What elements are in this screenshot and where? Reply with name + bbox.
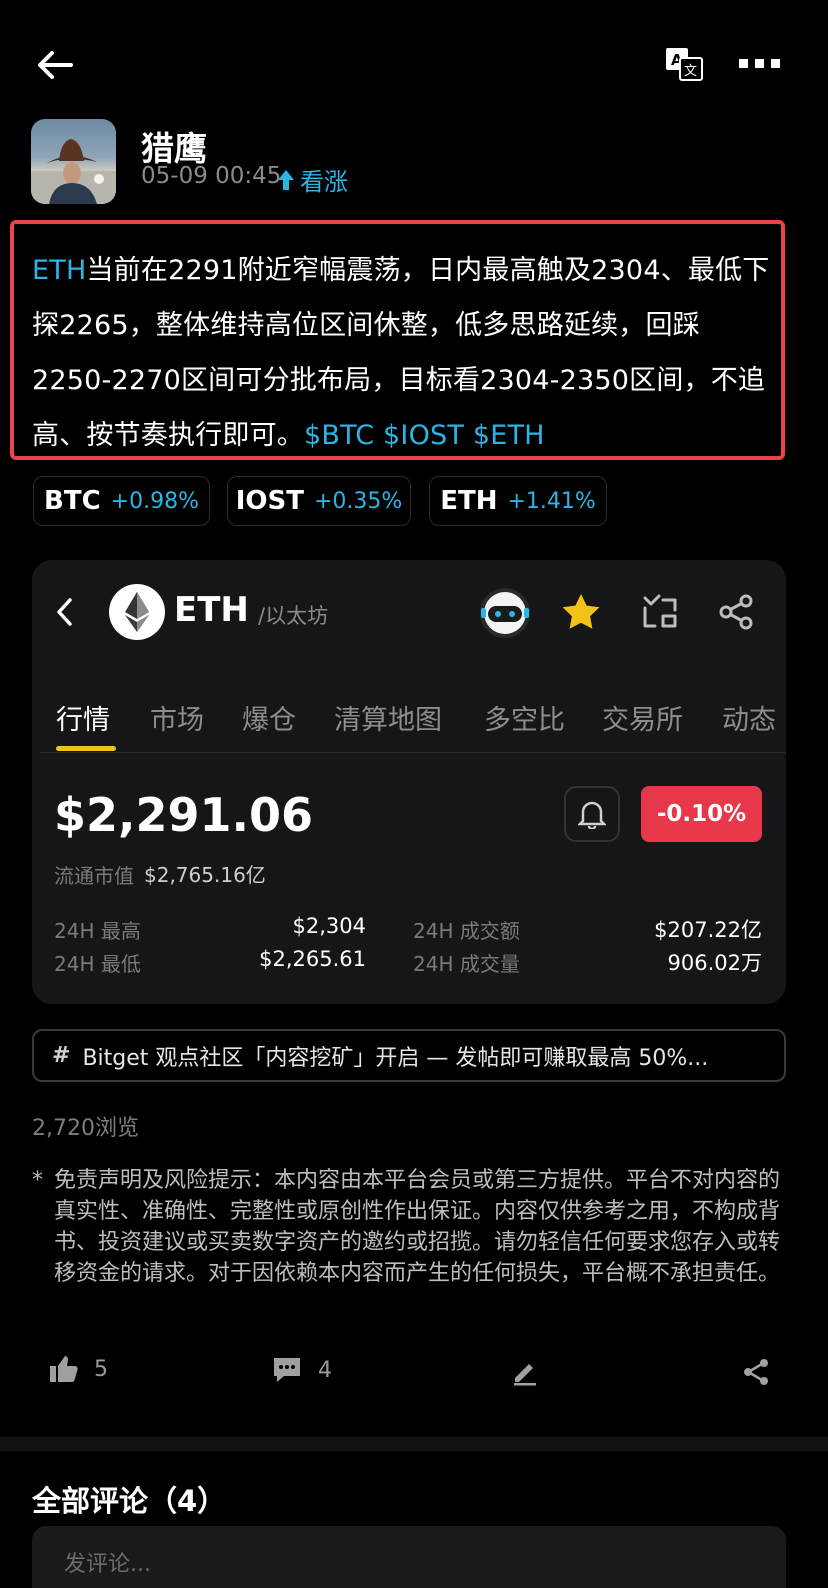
- ticker-chip-iost[interactable]: IOST +0.35%: [227, 476, 411, 526]
- low-24h-label: 24H 最低: [54, 952, 141, 976]
- ticker-change: +0.35%: [313, 488, 403, 514]
- star-favorite-icon[interactable]: [558, 590, 604, 634]
- tab-news[interactable]: 动态: [722, 698, 776, 737]
- coin-market-card[interactable]: ETH /以太坊 行情 市场 爆仓 清算地图 多空比 交易所 动态 $2,291…: [32, 560, 786, 1004]
- active-tab-indicator: [56, 746, 116, 751]
- ticker-symbol: IOST: [235, 486, 304, 516]
- disclaimer-text: 免责声明及风险提示：本内容由本平台会员或第三方提供。平台不对内容的真实性、准确性…: [54, 1168, 781, 1286]
- post-content: ETH当前在2291附近窄幅震荡，日内最高触及2304、最低下探2265，整体维…: [32, 243, 777, 463]
- tab-liquidations[interactable]: 爆仓: [242, 698, 296, 737]
- comments-title: 全部评论（4）: [32, 1484, 227, 1518]
- community-campaign-banner[interactable]: # Bitget 观点社区「内容挖矿」开启 — 发帖即可赚取最高 50%...: [32, 1029, 786, 1082]
- market-cap-value: $2,765.16亿: [144, 863, 266, 887]
- bot-assistant-icon[interactable]: [476, 584, 534, 642]
- tab-long-short[interactable]: 多空比: [484, 698, 565, 737]
- ticker-change: +1.41%: [507, 488, 596, 514]
- tab-liquidation-map[interactable]: 清算地图: [334, 698, 442, 737]
- tabs-divider: [40, 752, 786, 753]
- share-icon[interactable]: [716, 592, 756, 632]
- more-dots-icon[interactable]: [736, 48, 784, 78]
- coin-price: $2,291.06: [54, 788, 313, 842]
- coin-name: /以太坊: [258, 604, 329, 628]
- back-arrow-icon[interactable]: [30, 40, 80, 90]
- tab-exchanges[interactable]: 交易所: [602, 698, 683, 737]
- author-avatar[interactable]: [31, 119, 116, 204]
- translate-icon[interactable]: A 文: [662, 44, 706, 84]
- hashtag-icon: #: [52, 1043, 71, 1068]
- comment-input[interactable]: 发评论...: [32, 1526, 786, 1588]
- price-change-badge: -0.10%: [641, 786, 762, 842]
- arrow-up-icon: [278, 169, 294, 190]
- eth-logo-icon: [109, 584, 165, 640]
- sentiment-label: 看涨: [300, 168, 348, 196]
- tab-quotes[interactable]: 行情: [56, 698, 110, 737]
- share-post-icon[interactable]: [740, 1356, 772, 1388]
- view-count: 2,720浏览: [32, 1116, 139, 1141]
- coin-symbol: ETH: [174, 590, 249, 630]
- edit-pen-icon[interactable]: [508, 1356, 542, 1388]
- banner-text: Bitget 观点社区「内容挖矿」开启 — 发帖即可赚取最高 50%...: [82, 1045, 709, 1071]
- cashtags-link[interactable]: $BTC $IOST $ETH: [304, 420, 545, 451]
- ticker-symbol: BTC: [44, 486, 101, 516]
- like-button[interactable]: 5: [48, 1354, 108, 1384]
- section-divider: [0, 1437, 828, 1451]
- tab-market[interactable]: 市场: [150, 698, 204, 737]
- turnover-24h-value: $207.22亿: [654, 918, 762, 942]
- ticker-change: +0.98%: [110, 488, 199, 514]
- high-24h-label: 24H 最高: [54, 919, 141, 943]
- price-alert-bell-icon[interactable]: [564, 786, 620, 842]
- post-time: 05-09 00:45: [141, 163, 282, 189]
- chevron-left-icon[interactable]: [46, 590, 82, 634]
- eth-tag-link[interactable]: ETH: [32, 255, 86, 286]
- thumbs-up-icon: [50, 1356, 78, 1382]
- market-cap-label: 流通市值: [54, 864, 134, 888]
- sentiment-badge: 看涨: [276, 162, 348, 197]
- risk-disclaimer: * 免责声明及风险提示：本内容由本平台会员或第三方提供。平台不对内容的真实性、准…: [32, 1165, 792, 1289]
- svg-text:文: 文: [684, 64, 697, 79]
- comment-button[interactable]: 4: [272, 1356, 332, 1384]
- volume-24h-value: 906.02万: [667, 951, 762, 975]
- post-detail-page: A 文 猎鹰 05-09 00:45 看涨 ETH当前在2291附近窄幅震荡，日…: [0, 0, 828, 1588]
- volume-24h-label: 24H 成交量: [413, 952, 520, 976]
- comment-count: 4: [318, 1357, 332, 1383]
- like-count: 5: [94, 1356, 108, 1382]
- ticker-symbol: ETH: [440, 486, 498, 516]
- comment-bubble-icon: [274, 1358, 300, 1382]
- compare-swap-icon[interactable]: [638, 592, 682, 632]
- high-24h-value: $2,304: [292, 914, 366, 938]
- turnover-24h-label: 24H 成交额: [413, 919, 520, 943]
- ticker-chip-eth[interactable]: ETH +1.41%: [429, 476, 607, 526]
- ticker-chip-btc[interactable]: BTC +0.98%: [33, 476, 210, 526]
- low-24h-value: $2,265.61: [259, 947, 366, 971]
- disclaimer-star: *: [32, 1168, 43, 1193]
